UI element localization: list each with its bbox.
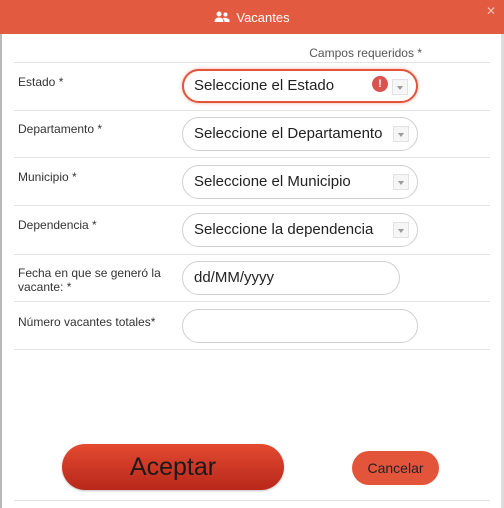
numero-vacantes-input[interactable] [182,309,418,343]
divider [14,301,490,302]
chevron-down-icon[interactable] [392,79,408,95]
divider [14,157,490,158]
close-icon[interactable]: ✕ [484,4,498,18]
exclamation-icon: ! [372,76,388,92]
dependencia-select[interactable]: Seleccione la dependencia [182,213,418,247]
divider [14,62,490,63]
divider [14,205,490,206]
cancel-button[interactable]: Cancelar [352,451,439,485]
divider [14,500,490,501]
municipio-label: Municipio * [18,170,77,184]
departamento-select[interactable]: Seleccione el Departamento [182,117,418,151]
dialog-titlebar: Vacantes ✕ [0,0,504,34]
required-fields-note: Campos requeridos * [309,46,422,60]
estado-label: Estado * [18,75,64,89]
users-icon [214,11,230,22]
fecha-label: Fecha en que se generó la vacante: * [18,266,161,294]
chevron-down-icon[interactable] [393,222,409,238]
divider [14,110,490,111]
municipio-select-value: Seleccione el Municipio [194,173,351,190]
chevron-down-icon[interactable] [393,174,409,190]
accept-button[interactable]: Aceptar [62,444,284,490]
municipio-select[interactable]: Seleccione el Municipio [182,165,418,199]
estado-select-value: Seleccione el Estado [194,77,335,94]
divider [14,349,490,350]
divider [14,254,490,255]
fecha-input[interactable]: dd/MM/yyyy [182,261,400,295]
dependencia-label: Dependencia * [18,218,97,232]
departamento-label: Departamento * [18,122,103,136]
departamento-select-value: Seleccione el Departamento [194,125,383,142]
dependencia-select-value: Seleccione la dependencia [194,221,374,238]
chevron-down-icon[interactable] [393,126,409,142]
dialog-border-left [0,34,2,508]
estado-select[interactable]: Seleccione el Estado ! [182,69,418,103]
dialog-title: Vacantes [236,9,290,25]
numero-vacantes-label: Número vacantes totales* [18,315,156,329]
